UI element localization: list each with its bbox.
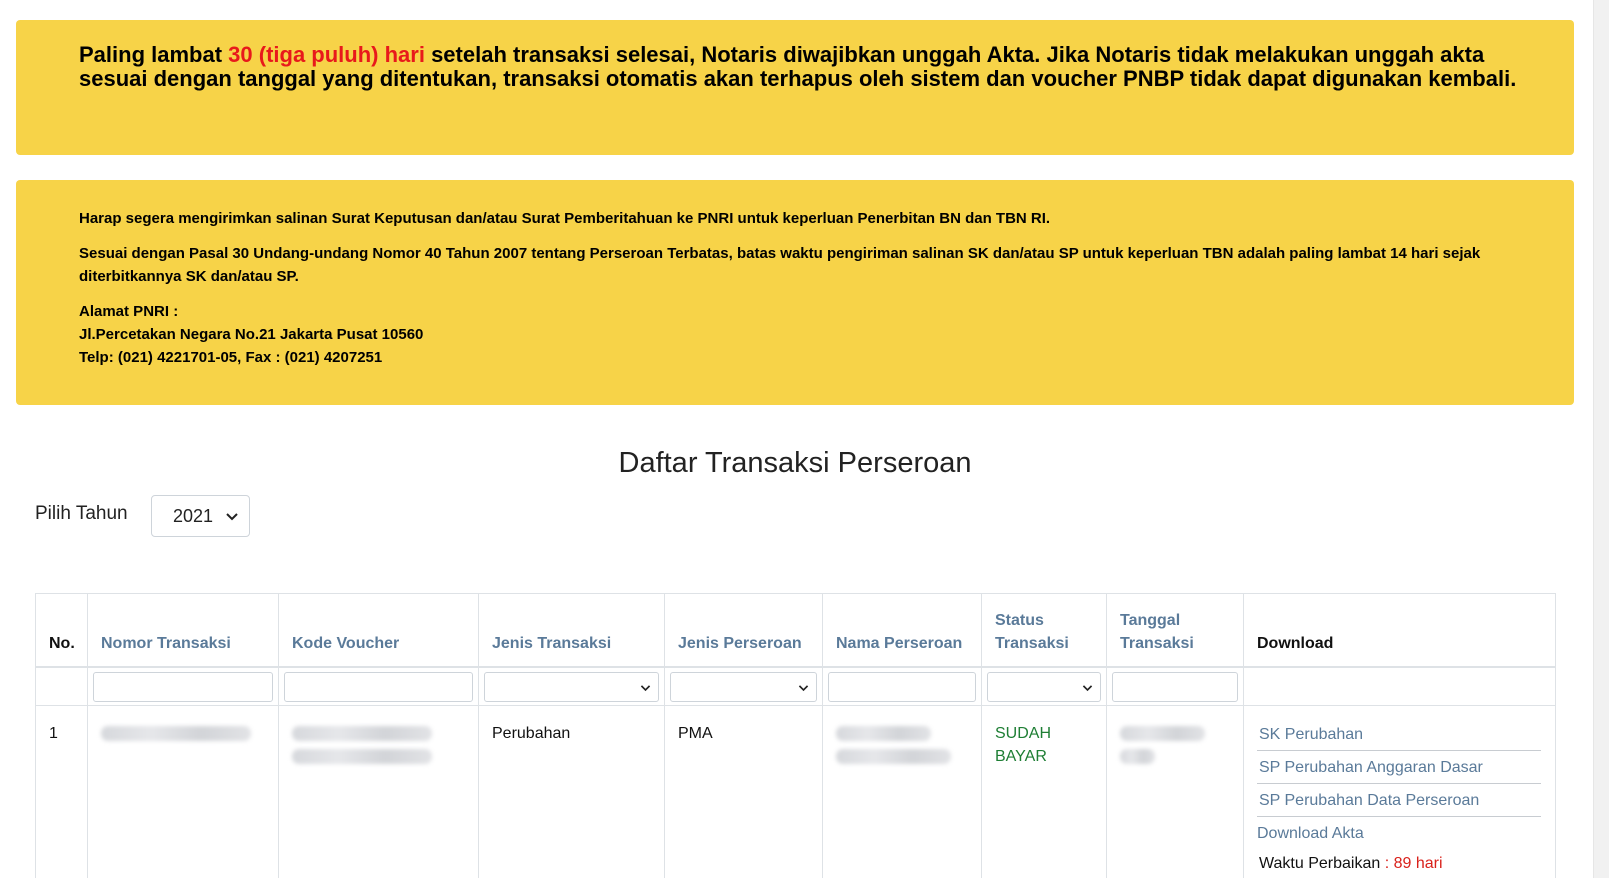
row1-tanggal-transaksi	[1107, 706, 1244, 772]
header-status-transaksi[interactable]: Status Transaksi	[982, 594, 1107, 668]
redacted-kode-voucher-line2	[292, 749, 432, 764]
download-sp-perubahan-anggaran-dasar-link[interactable]: SP Perubahan Anggaran Dasar	[1257, 754, 1541, 784]
header-nomor-transaksi[interactable]: Nomor Transaksi	[88, 594, 279, 668]
row1-nomor-transaksi	[88, 706, 279, 749]
chevron-down-icon	[798, 685, 809, 692]
redacted-tanggal-line2	[1120, 749, 1155, 764]
transactions-table: No. Nomor Transaksi Kode Voucher Jenis T…	[35, 593, 1556, 878]
download-sp-perubahan-data-perseroan-link[interactable]: SP Perubahan Data Perseroan	[1257, 787, 1541, 817]
row1-jenis-transaksi: Perubahan	[492, 725, 571, 742]
page-title: Daftar Transaksi Perseroan	[618, 447, 972, 480]
row1-no: 1	[49, 725, 58, 742]
year-select[interactable]: 2021	[151, 495, 250, 537]
row1-download: SK Perubahan SP Perubahan Anggaran Dasar…	[1244, 706, 1556, 875]
filter-nomor-transaksi-input[interactable]	[93, 672, 273, 702]
row1-kode-voucher	[279, 706, 479, 772]
header-jenis-transaksi[interactable]: Jenis Transaksi	[479, 594, 665, 668]
row1-nama-perseroan	[823, 706, 982, 772]
header-kode-voucher[interactable]: Kode Voucher	[279, 594, 479, 668]
filter-tanggal-transaksi-input[interactable]	[1112, 672, 1238, 702]
row1-status-line2: BAYAR	[995, 748, 1047, 765]
filter-kode-voucher-input[interactable]	[284, 672, 473, 702]
redacted-kode-voucher-line1	[292, 726, 432, 741]
page: Paling lambat 30 (tiga puluh) hari setel…	[0, 0, 1609, 878]
filter-nama-perseroan-input[interactable]	[828, 672, 976, 702]
header-jenis-perseroan[interactable]: Jenis Perseroan	[665, 594, 823, 668]
filter-jenis-perseroan-select[interactable]	[670, 672, 817, 702]
upload-deadline-alert: Paling lambat 30 (tiga puluh) hari setel…	[16, 20, 1574, 155]
pnri-address: Alamat PNRI : Jl.Percetakan Negara No.21…	[79, 300, 1524, 369]
pnri-address-title: Alamat PNRI :	[79, 303, 179, 320]
pnri-info-paragraph-1: Harap segera mengirimkan salinan Surat K…	[79, 210, 1051, 227]
fix-period-separator: :	[1380, 855, 1394, 872]
row1-jenis-perseroan: PMA	[678, 725, 713, 742]
row1-status-line1: SUDAH	[995, 725, 1052, 742]
fix-period-label: Waktu Perbaikan	[1259, 855, 1381, 872]
redacted-tanggal-line1	[1120, 726, 1205, 741]
row1-status-transaksi: SUDAH BAYAR	[982, 706, 1107, 768]
header-tanggal-transaksi[interactable]: Tanggal Transaksi	[1107, 594, 1244, 668]
chevron-down-icon	[1082, 685, 1093, 692]
header-download: Download	[1257, 635, 1334, 652]
chevron-down-icon	[226, 513, 238, 521]
page-scrollbar[interactable]	[1593, 0, 1609, 878]
pnri-address-street: Jl.Percetakan Negara No.21 Jakarta Pusat…	[79, 326, 424, 343]
filter-status-transaksi-select[interactable]	[987, 672, 1101, 702]
pnri-address-phone: Telp: (021) 4221701-05, Fax : (021) 4207…	[79, 349, 383, 366]
redacted-nama-perseroan-line1	[836, 726, 931, 741]
year-filter-label: Pilih Tahun	[35, 503, 128, 524]
download-akta-link[interactable]: Download Akta	[1257, 820, 1541, 849]
header-nama-perseroan[interactable]: Nama Perseroan	[823, 594, 982, 668]
year-select-value: 2021	[173, 505, 214, 526]
alert-text-part1: Paling lambat	[79, 42, 229, 67]
alert-deadline-highlight: 30 (tiga puluh) hari	[228, 42, 425, 67]
fix-period-value: 89 hari	[1393, 855, 1443, 872]
fix-period: Waktu Perbaikan : 89 hari	[1257, 852, 1543, 875]
redacted-nomor-transaksi	[101, 726, 251, 741]
pnri-info-paragraph-2: Sesuai dengan Pasal 30 Undang-undang Nom…	[79, 245, 1481, 285]
chevron-down-icon	[640, 685, 651, 692]
redacted-nama-perseroan-line2	[836, 749, 951, 764]
header-no: No.	[49, 635, 75, 652]
pnri-info-alert: Harap segera mengirimkan salinan Surat K…	[16, 180, 1574, 405]
download-sk-perubahan-link[interactable]: SK Perubahan	[1257, 721, 1541, 751]
filter-jenis-transaksi-select[interactable]	[484, 672, 659, 702]
